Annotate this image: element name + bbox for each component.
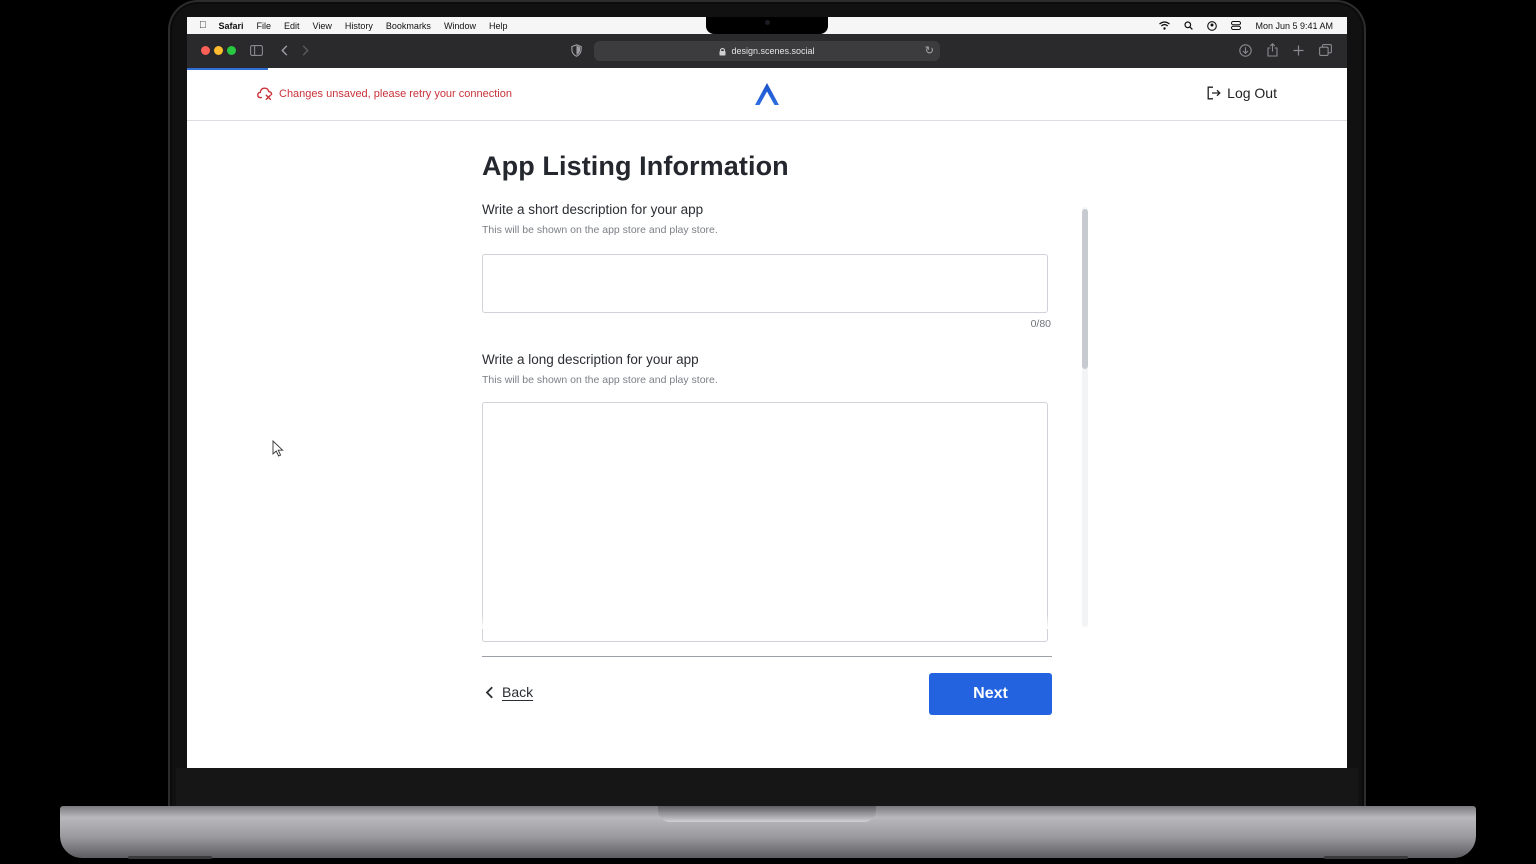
menu-history[interactable]: History: [345, 21, 373, 31]
chevron-left-icon: [485, 686, 493, 698]
close-window-icon[interactable]: [201, 46, 210, 55]
log-out-label: Log Out: [1227, 85, 1277, 101]
menu-view[interactable]: View: [313, 21, 332, 31]
camera-notch: [706, 17, 828, 34]
minimize-window-icon[interactable]: [214, 46, 223, 55]
menu-file[interactable]: File: [257, 21, 272, 31]
menu-help[interactable]: Help: [489, 21, 508, 31]
cloud-error-icon: [257, 87, 273, 100]
long-description-label: Write a long description for your app: [482, 352, 699, 367]
privacy-shield-icon[interactable]: [571, 44, 582, 57]
menu-safari[interactable]: Safari: [219, 21, 244, 31]
short-description-input[interactable]: [482, 254, 1048, 313]
laptop-screen:  Safari File Edit View History Bookmark…: [187, 17, 1347, 768]
app-header: Changes unsaved, please retry your conne…: [187, 68, 1347, 121]
user-account-icon[interactable]: [1207, 20, 1218, 31]
reload-icon[interactable]: ↻: [925, 44, 934, 57]
new-tab-icon[interactable]: [1293, 45, 1304, 56]
laptop-foot-right: [1324, 856, 1408, 859]
control-center-icon[interactable]: [1231, 21, 1242, 30]
page-title: App Listing Information: [482, 151, 789, 181]
apple-menu-icon[interactable]: : [199, 20, 207, 31]
log-out-icon: [1207, 86, 1221, 100]
address-bar[interactable]: design.scenes.social ↻: [594, 41, 940, 61]
share-icon[interactable]: [1267, 43, 1278, 57]
menu-bookmarks[interactable]: Bookmarks: [386, 21, 431, 31]
footer-divider: [482, 656, 1052, 657]
scenes-logo-icon[interactable]: [754, 82, 780, 106]
back-label: Back: [502, 684, 534, 700]
short-description-counter: 0/80: [1030, 318, 1051, 330]
wifi-icon[interactable]: [1159, 21, 1171, 30]
short-description-hint: This will be shown on the app store and …: [482, 224, 718, 236]
laptop-lid-notch: [658, 806, 876, 822]
unsaved-changes-text: Changes unsaved, please retry your conne…: [279, 87, 512, 100]
step-progress-bar: [187, 68, 269, 70]
menu-bar-clock[interactable]: Mon Jun 5 9:41 AM: [1255, 21, 1333, 31]
downloads-icon[interactable]: [1239, 44, 1252, 57]
mouse-pointer-icon: [272, 440, 284, 457]
long-description-textarea[interactable]: [482, 402, 1048, 642]
form-scrollbar-thumb[interactable]: [1082, 209, 1088, 369]
laptop-chin: [176, 768, 1358, 808]
menu-window[interactable]: Window: [444, 21, 476, 31]
zoom-window-icon[interactable]: [227, 46, 236, 55]
back-nav-icon[interactable]: [281, 45, 288, 56]
laptop-foot-left: [128, 856, 212, 859]
sidebar-toggle-icon[interactable]: [250, 45, 263, 56]
browser-toolbar: design.scenes.social ↻: [187, 34, 1347, 69]
next-button[interactable]: Next: [929, 673, 1052, 715]
log-out-button[interactable]: Log Out: [1207, 85, 1277, 101]
scroll-fade: [477, 615, 1057, 629]
menu-edit[interactable]: Edit: [284, 21, 300, 31]
lock-icon: [719, 47, 726, 55]
address-bar-url: design.scenes.social: [731, 46, 815, 56]
forward-nav-icon[interactable]: [302, 45, 309, 56]
short-description-label: Write a short description for your app: [482, 202, 704, 217]
back-button[interactable]: Back: [485, 684, 533, 700]
tab-overview-icon[interactable]: [1319, 44, 1332, 56]
long-description-hint: This will be shown on the app store and …: [482, 374, 718, 386]
unsaved-changes-alert[interactable]: Changes unsaved, please retry your conne…: [257, 87, 512, 100]
spotlight-search-icon[interactable]: [1184, 21, 1194, 30]
camera-icon: [765, 20, 770, 25]
